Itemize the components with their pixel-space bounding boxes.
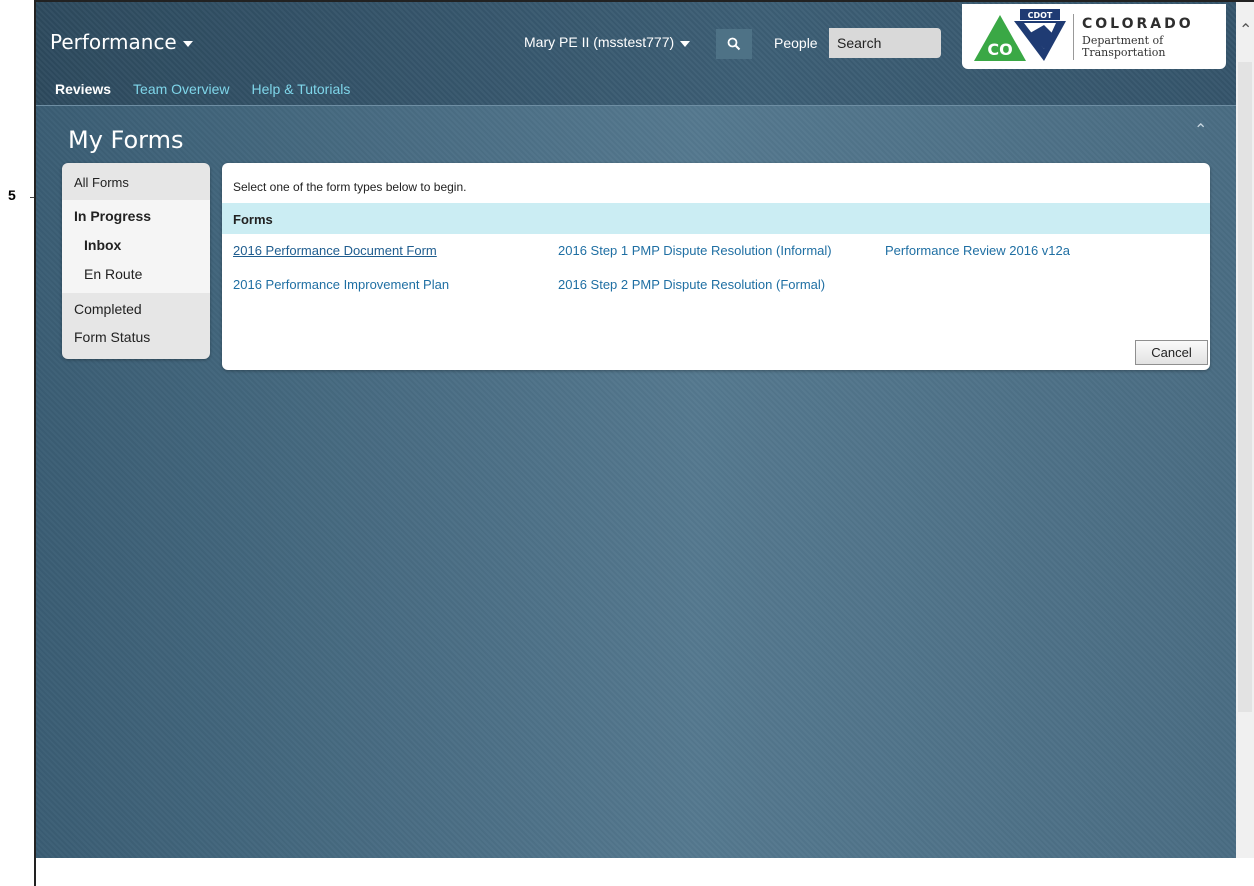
instructions-text: Select one of the form types below to be… xyxy=(233,180,467,194)
caret-down-icon xyxy=(680,40,691,47)
search-icon xyxy=(727,37,741,51)
nav-help-tutorials[interactable]: Help & Tutorials xyxy=(252,81,351,97)
colorado-logo-icon: CDOT CO xyxy=(974,9,1066,61)
forms-table-header: Forms xyxy=(222,203,1210,234)
cancel-button[interactable]: Cancel xyxy=(1135,340,1208,365)
caret-down-icon xyxy=(182,40,193,47)
logo-subtitle: Department of Transportation xyxy=(1082,34,1166,59)
form-link-step2-dispute[interactable]: 2016 Step 2 PMP Dispute Resolution (Form… xyxy=(558,277,825,292)
search-button[interactable] xyxy=(716,29,752,59)
app-switcher[interactable]: Performance xyxy=(50,30,193,54)
form-link-improvement-plan[interactable]: 2016 Performance Improvement Plan xyxy=(233,277,449,292)
user-menu[interactable]: Mary PE II (msstest777) xyxy=(524,34,691,50)
sidebar-item-in-progress[interactable]: In Progress xyxy=(74,208,151,224)
app-window: Performance Reviews Team Overview Help &… xyxy=(36,2,1236,858)
page-title: My Forms xyxy=(68,126,184,154)
search-input[interactable] xyxy=(829,28,941,58)
search-scope-label[interactable]: People xyxy=(774,35,818,51)
nav-team-overview[interactable]: Team Overview xyxy=(133,81,229,97)
user-name: Mary PE II (msstest777) xyxy=(524,34,675,50)
app-title: Performance xyxy=(50,30,177,54)
sidebar-item-completed[interactable]: Completed xyxy=(74,301,142,317)
scroll-up-arrow-icon[interactable]: ⌃ xyxy=(1239,20,1252,40)
sidebar-item-en-route[interactable]: En Route xyxy=(84,266,142,282)
logo-divider xyxy=(1073,14,1074,60)
form-link-step1-dispute[interactable]: 2016 Step 1 PMP Dispute Resolution (Info… xyxy=(558,243,832,258)
logo-badge-text: CDOT xyxy=(1028,11,1053,20)
annotation-callout-number: 5 xyxy=(8,187,16,203)
forms-header-label: Forms xyxy=(233,212,273,227)
sidebar: All Forms In Progress Inbox En Route Com… xyxy=(62,163,210,359)
chevron-up-icon[interactable]: ⌃ xyxy=(1194,120,1207,140)
sidebar-item-all-forms[interactable]: All Forms xyxy=(74,175,129,190)
scrollbar-thumb[interactable] xyxy=(1238,62,1252,712)
form-link-performance-review[interactable]: Performance Review 2016 v12a xyxy=(885,243,1070,258)
top-nav: Reviews Team Overview Help & Tutorials xyxy=(55,81,350,97)
forms-panel: Select one of the form types below to be… xyxy=(222,163,1210,370)
cdot-logo: CDOT CO COLORADO Department of Transport… xyxy=(962,4,1226,69)
form-link-performance-document[interactable]: 2016 Performance Document Form xyxy=(233,243,437,258)
logo-state-text: CO xyxy=(987,40,1012,59)
logo-title: COLORADO xyxy=(1082,16,1194,32)
sidebar-item-form-status[interactable]: Form Status xyxy=(74,329,150,345)
scrollbar[interactable]: ⌃ xyxy=(1236,2,1254,858)
sidebar-item-inbox[interactable]: Inbox xyxy=(84,237,121,253)
nav-reviews[interactable]: Reviews xyxy=(55,81,111,97)
